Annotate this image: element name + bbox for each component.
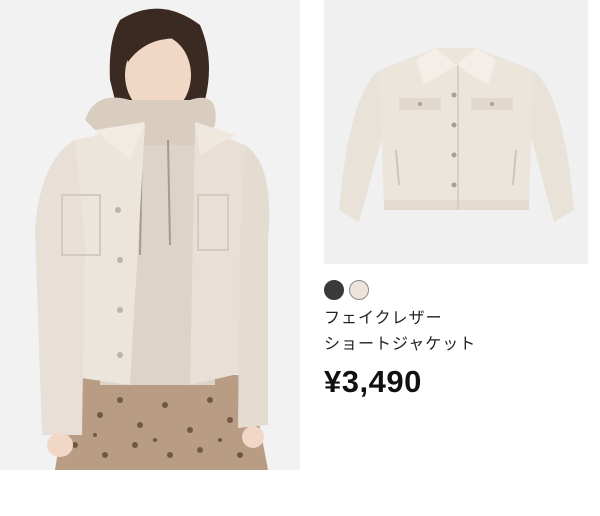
product-name[interactable]: フェイクレザー ショートジャケット xyxy=(324,305,584,357)
model-illustration xyxy=(0,0,300,470)
swatch-off-white[interactable] xyxy=(349,280,369,300)
product-name-line2: ショートジャケット xyxy=(324,334,477,353)
model-photo[interactable] xyxy=(0,0,300,470)
product-name-line1: フェイクレザー xyxy=(324,308,443,327)
color-swatches xyxy=(324,280,369,300)
product-price: ¥3,490 xyxy=(324,364,422,399)
swatch-black[interactable] xyxy=(324,280,344,300)
jacket-flatlay-illustration xyxy=(324,0,588,264)
product-photo[interactable] xyxy=(324,0,588,264)
